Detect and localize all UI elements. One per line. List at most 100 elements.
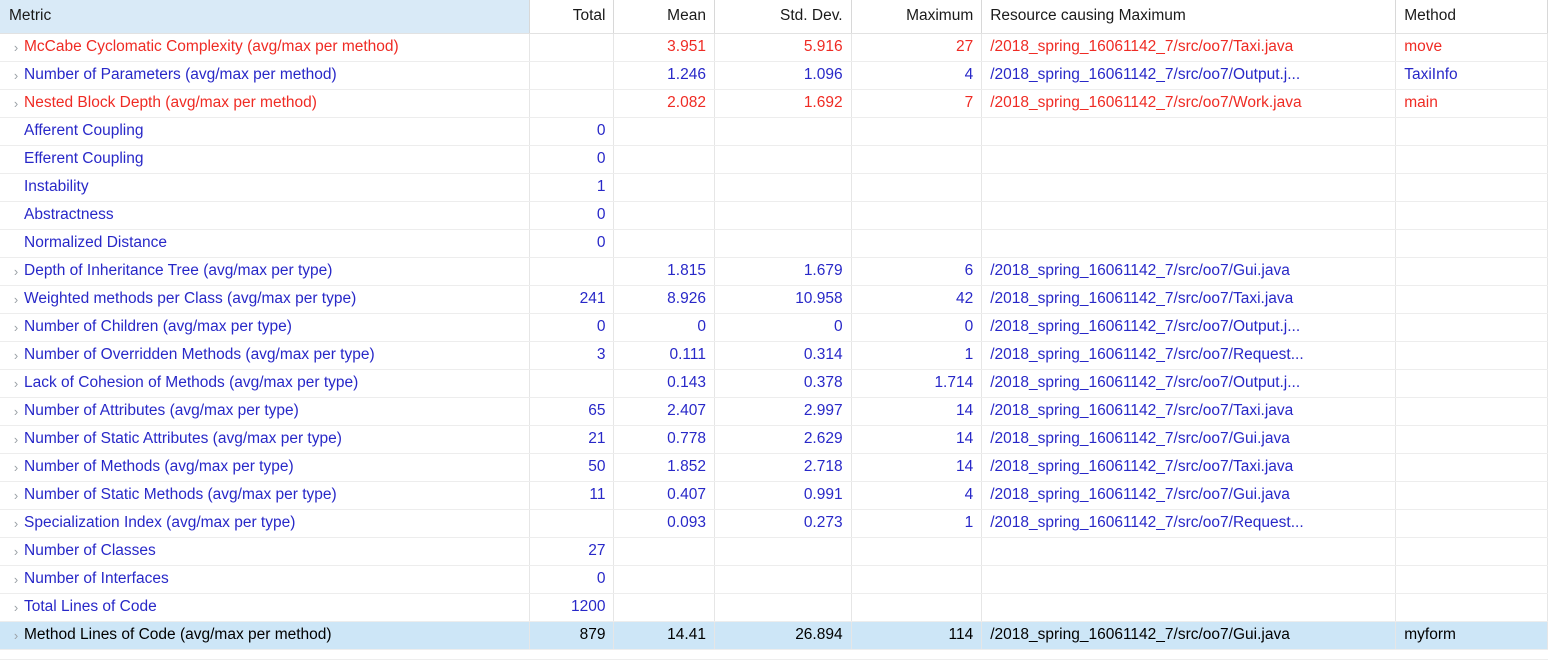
metric-label: Number of Interfaces: [24, 570, 169, 587]
metric-label: Nested Block Depth (avg/max per method): [24, 94, 317, 111]
table-row[interactable]: › Specialization Index (avg/max per type)…: [0, 509, 1548, 538]
column-header-total[interactable]: Total: [529, 0, 615, 34]
cell-maximum: 1: [851, 341, 983, 370]
cell-metric: › Weighted methods per Class (avg/max per…: [0, 285, 531, 314]
cell-resource: /2018_spring_16061142_7/src/oo7/Gui.java: [981, 621, 1397, 650]
chevron-right-icon[interactable]: ›: [8, 293, 24, 306]
cell-mean: [613, 145, 715, 174]
table-row[interactable]: Efferent Coupling 0: [0, 145, 1548, 174]
table-row[interactable]: Abstractness 0: [0, 201, 1548, 230]
cell-resource: /2018_spring_16061142_7/src/oo7/Output.j…: [981, 369, 1397, 398]
column-header-stddev[interactable]: Std. Dev.: [714, 0, 852, 34]
cell-mean: [613, 117, 715, 146]
table-row[interactable]: › Nested Block Depth (avg/max per method)…: [0, 89, 1548, 118]
cell-metric: › Number of Static Attributes (avg/max pe…: [0, 425, 531, 454]
cell-maximum: 7: [851, 89, 983, 118]
chevron-right-icon[interactable]: ›: [8, 517, 24, 530]
cell-resource: /2018_spring_16061142_7/src/oo7/Taxi.jav…: [981, 397, 1397, 426]
chevron-right-icon[interactable]: ›: [8, 349, 24, 362]
cell-method: [1395, 201, 1548, 230]
cell-mean: 1.815: [613, 257, 715, 286]
cell-maximum: 1: [851, 509, 983, 538]
metric-label: Number of Static Methods (avg/max per ty…: [24, 486, 337, 503]
chevron-right-icon[interactable]: ›: [8, 461, 24, 474]
cell-maximum: [851, 201, 983, 230]
table-row[interactable]: › McCabe Cyclomatic Complexity (avg/max p…: [0, 33, 1548, 62]
metric-label: Specialization Index (avg/max per type): [24, 514, 296, 531]
table-row[interactable]: › Number of Overridden Methods (avg/max p…: [0, 341, 1548, 370]
cell-resource: /2018_spring_16061142_7/src/oo7/Output.j…: [981, 313, 1397, 342]
table-row[interactable]: › Number of Static Attributes (avg/max pe…: [0, 425, 1548, 454]
cell-maximum: 114: [851, 621, 983, 650]
chevron-right-icon[interactable]: ›: [8, 405, 24, 418]
metric-label: Total Lines of Code: [24, 598, 157, 615]
cell-stddev: 1.692: [714, 89, 852, 118]
cell-stddev: [714, 537, 852, 566]
cell-total: 0: [529, 229, 615, 258]
cell-total: 0: [529, 565, 615, 594]
table-row[interactable]: › Number of Classes 27: [0, 537, 1548, 566]
cell-total: [529, 369, 615, 398]
chevron-right-icon[interactable]: ›: [8, 545, 24, 558]
table-row[interactable]: › Number of Parameters (avg/max per metho…: [0, 61, 1548, 90]
cell-resource: /2018_spring_16061142_7/src/oo7/Output.j…: [981, 61, 1397, 90]
chevron-right-icon[interactable]: ›: [8, 573, 24, 586]
chevron-right-icon[interactable]: ›: [8, 41, 24, 54]
metric-label: Number of Static Attributes (avg/max per…: [24, 430, 342, 447]
cell-method: [1395, 537, 1548, 566]
cell-total: 1: [529, 173, 615, 202]
table-row[interactable]: Afferent Coupling 0: [0, 117, 1548, 146]
cell-total: [529, 509, 615, 538]
table-row[interactable]: Instability 1: [0, 173, 1548, 202]
table-row[interactable]: › Number of Attributes (avg/max per type)…: [0, 397, 1548, 426]
table-row[interactable]: › Number of Interfaces 0: [0, 565, 1548, 594]
cell-metric: › Number of Parameters (avg/max per metho…: [0, 61, 531, 90]
metric-label: Number of Methods (avg/max per type): [24, 458, 294, 475]
cell-mean: [613, 201, 715, 230]
table-row[interactable]: › Method Lines of Code (avg/max per metho…: [0, 621, 1548, 650]
cell-method: [1395, 369, 1548, 398]
cell-total: 0: [529, 201, 615, 230]
column-header-mean[interactable]: Mean: [613, 0, 715, 34]
table-row[interactable]: › Lack of Cohesion of Methods (avg/max pe…: [0, 369, 1548, 398]
metric-label: Number of Parameters (avg/max per method…: [24, 66, 337, 83]
cell-resource: /2018_spring_16061142_7/src/oo7/Request.…: [981, 341, 1397, 370]
cell-total: 0: [529, 313, 615, 342]
column-header-resource[interactable]: Resource causing Maximum: [981, 0, 1397, 34]
cell-metric: › Nested Block Depth (avg/max per method): [0, 89, 531, 118]
cell-stddev: [714, 145, 852, 174]
cell-maximum: 4: [851, 481, 983, 510]
chevron-right-icon[interactable]: ›: [8, 433, 24, 446]
chevron-right-icon[interactable]: ›: [8, 377, 24, 390]
metric-label: Method Lines of Code (avg/max per method…: [24, 626, 332, 643]
cell-method: [1395, 481, 1548, 510]
column-header-metric[interactable]: Metric: [0, 0, 531, 34]
cell-metric: › Specialization Index (avg/max per type): [0, 509, 531, 538]
cell-maximum: [851, 173, 983, 202]
chevron-right-icon[interactable]: ›: [8, 69, 24, 82]
chevron-right-icon[interactable]: ›: [8, 489, 24, 502]
table-row[interactable]: › Total Lines of Code 1200: [0, 593, 1548, 622]
metrics-table[interactable]: Metric Total Mean Std. Dev. Maximum Resource …: [0, 0, 1548, 650]
chevron-right-icon[interactable]: ›: [8, 601, 24, 614]
table-row[interactable]: › Number of Static Methods (avg/max per t…: [0, 481, 1548, 510]
table-row[interactable]: › Number of Methods (avg/max per type) 50 1…: [0, 453, 1548, 482]
cell-mean: 0.111: [613, 341, 715, 370]
table-row[interactable]: › Number of Children (avg/max per type) 0 0…: [0, 313, 1548, 342]
cell-stddev: 1.096: [714, 61, 852, 90]
chevron-right-icon[interactable]: ›: [8, 629, 24, 642]
table-row[interactable]: Normalized Distance 0: [0, 229, 1548, 258]
cell-metric: Abstractness: [0, 201, 531, 230]
table-row[interactable]: › Weighted methods per Class (avg/max per…: [0, 285, 1548, 314]
chevron-right-icon[interactable]: ›: [8, 265, 24, 278]
cell-total: 21: [529, 425, 615, 454]
cell-mean: 0.143: [613, 369, 715, 398]
chevron-right-icon[interactable]: ›: [8, 321, 24, 334]
column-header-method[interactable]: Method: [1395, 0, 1548, 34]
chevron-right-icon[interactable]: ›: [8, 97, 24, 110]
cell-method: main: [1395, 89, 1548, 118]
column-header-maximum[interactable]: Maximum: [851, 0, 983, 34]
table-row[interactable]: › Depth of Inheritance Tree (avg/max per …: [0, 257, 1548, 286]
cell-total: 65: [529, 397, 615, 426]
cell-maximum: [851, 145, 983, 174]
